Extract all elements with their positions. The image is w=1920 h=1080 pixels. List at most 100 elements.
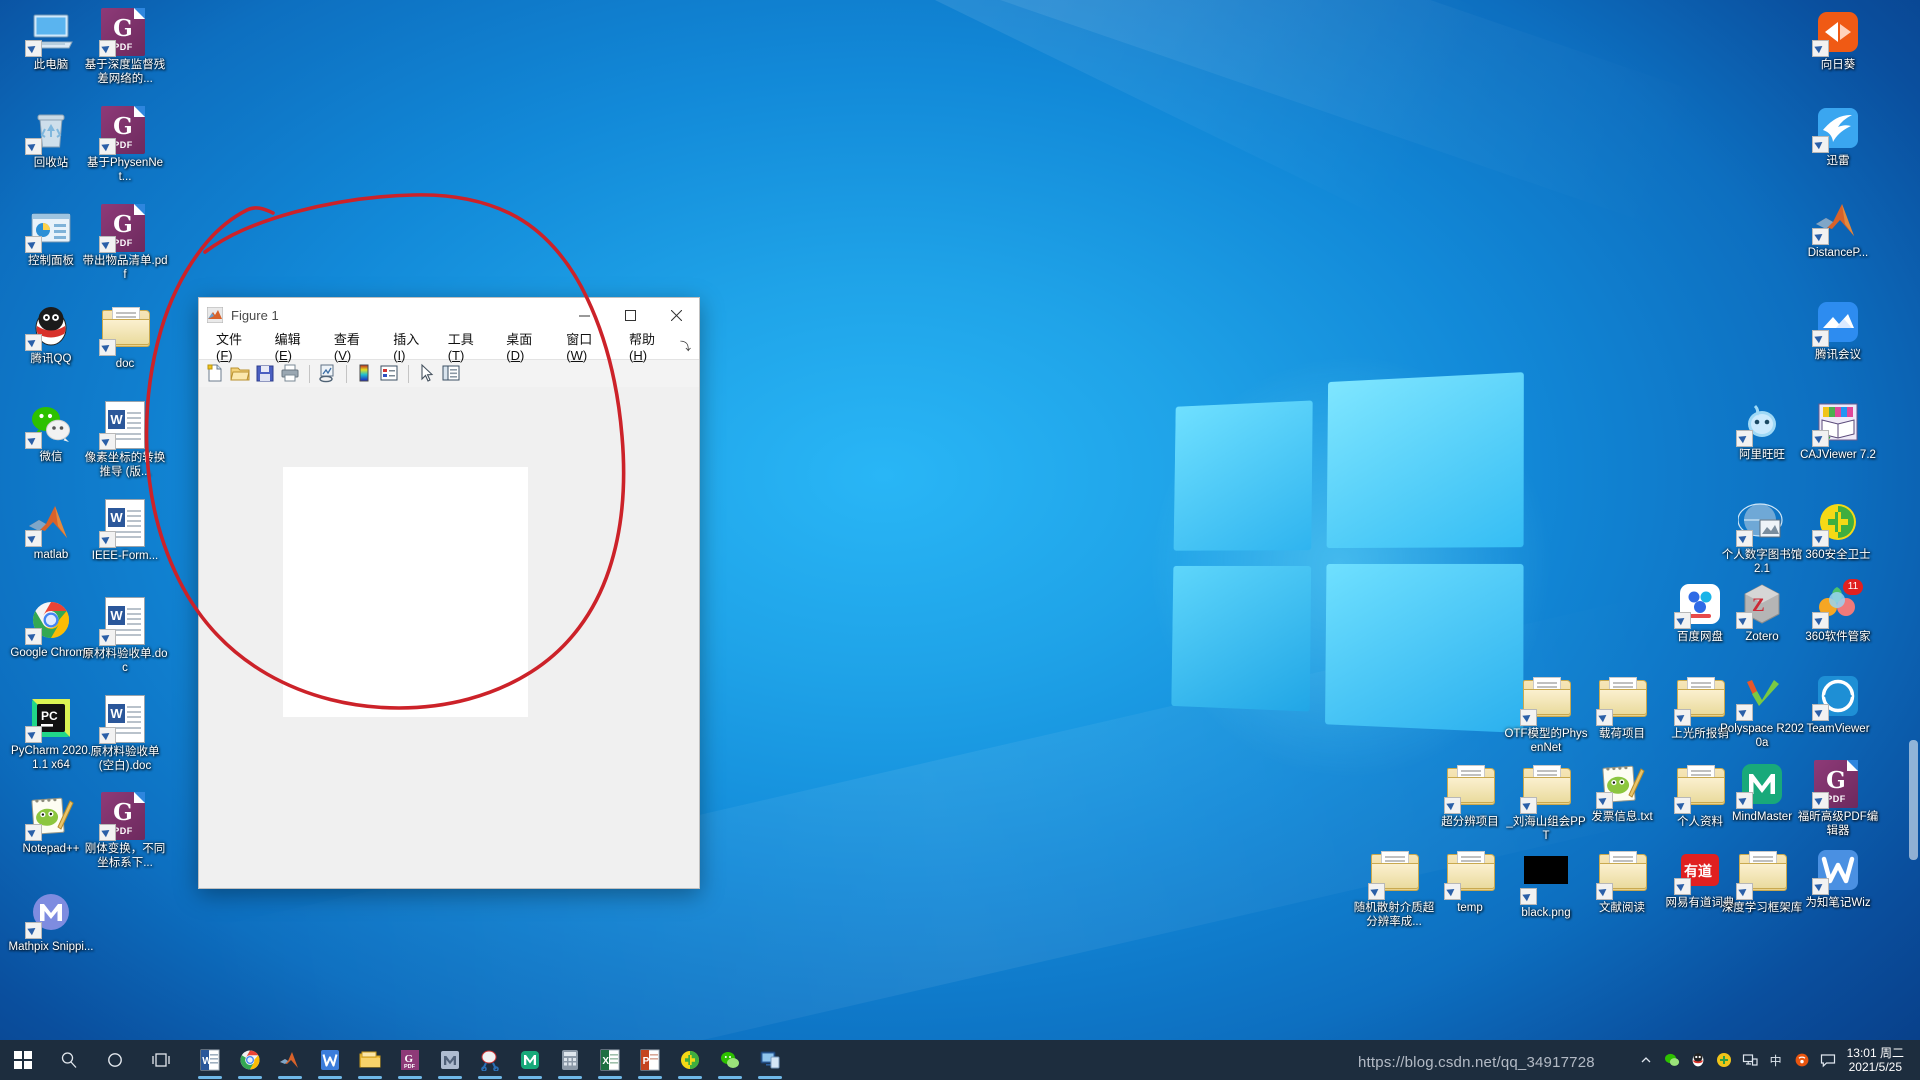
desktop-icon-阿里旺旺[interactable]: 阿里旺旺 <box>1719 398 1805 463</box>
powerpoint-taskbar-icon[interactable]: P <box>630 1040 670 1080</box>
shortcut-arrow-overlay-icon <box>1520 709 1537 726</box>
calculator-taskbar-icon[interactable] <box>550 1040 590 1080</box>
desktop-icon-深度学习框架库[interactable]: 深度学习框架库 <box>1719 846 1805 916</box>
shortcut-arrow-overlay-icon <box>1444 797 1461 814</box>
desktop-icon-随机散射介质超分辨率成-[interactable]: 随机散射介质超分辨率成... <box>1351 846 1437 929</box>
desktop-icon-ieee-form-[interactable]: W IEEE-Form... <box>82 498 168 564</box>
desktop-icon-载荷项目[interactable]: 载荷项目 <box>1579 672 1665 742</box>
desktop-scrollbar[interactable] <box>1909 740 1918 860</box>
menu-desktop[interactable]: 桌面(D) <box>497 327 557 365</box>
matlab-taskbar-icon[interactable] <box>270 1040 310 1080</box>
chrome-taskbar-icon[interactable] <box>230 1040 270 1080</box>
wechat-tray-icon[interactable] <box>1659 1040 1685 1080</box>
open-file-icon[interactable] <box>230 363 252 385</box>
folder-icon <box>1596 851 1647 900</box>
desktop-icon-为知笔记wiz[interactable]: 为知笔记Wiz <box>1795 846 1881 911</box>
desktop-icon-原材料验收单-空白-doc[interactable]: W 原材料验收单 (空白).doc <box>82 694 168 773</box>
word-taskbar-icon[interactable]: W <box>190 1040 230 1080</box>
windows-start-icon[interactable] <box>0 1040 46 1080</box>
wechat-taskbar-icon[interactable] <box>710 1040 750 1080</box>
menu-tools[interactable]: 工具(T) <box>439 327 498 365</box>
foxit-pdf-icon: G PDF <box>1812 760 1862 809</box>
desktop-icon-刚体变换-不同坐标系下-[interactable]: G PDF 刚体变换，不同坐标系下... <box>82 792 168 870</box>
qq-tray-icon[interactable] <box>1685 1040 1711 1080</box>
desktop-icon-label: 像素坐标的转换推导 (版... <box>84 452 166 478</box>
desktop-icon-360安全卫士[interactable]: 360安全卫士 <box>1795 498 1881 563</box>
new-figure-icon[interactable] <box>205 363 227 385</box>
desktop-icon-teamviewer[interactable]: TeamViewer <box>1795 672 1881 737</box>
desktop-icon-cajviewer-7-2[interactable]: CAJViewer 7.2 <box>1795 398 1881 463</box>
task-view-icon[interactable] <box>138 1040 184 1080</box>
taskbar-clock[interactable]: 13:01 周二 2021/5/25 <box>1841 1046 1914 1074</box>
desktop-icon-发票信息-txt[interactable]: 发票信息.txt <box>1579 760 1665 825</box>
desktop-icon-向日葵[interactable]: 向日葵 <box>1795 8 1881 73</box>
notepad-plus-icon <box>1596 760 1646 809</box>
desktop-icon-迅雷[interactable]: 迅雷 <box>1795 104 1881 169</box>
desktop-icon-label: 带出物品清单.pdf <box>82 255 168 281</box>
figure-axes-white-area[interactable] <box>283 467 528 717</box>
desktop-icon-腾讯会议[interactable]: 腾讯会议 <box>1795 298 1881 363</box>
desktop-icon-black-png[interactable]: black.png <box>1503 846 1589 921</box>
desktop-icon-otf模型的physennet[interactable]: OTF模型的PhysenNet <box>1503 672 1589 755</box>
foxit-pdf-taskbar-icon[interactable]: G PDF <box>390 1040 430 1080</box>
mindmaster-taskbar-icon[interactable] <box>510 1040 550 1080</box>
save-figure-icon[interactable] <box>255 363 277 385</box>
menu-view[interactable]: 查看(V) <box>325 327 384 365</box>
desktop-icon-个人数字图书馆2-1[interactable]: 个人数字图书馆2.1 <box>1719 498 1805 576</box>
legend-icon[interactable] <box>379 363 401 385</box>
wps-writer-taskbar-icon[interactable] <box>310 1040 350 1080</box>
matlab-figure-window[interactable]: Figure 1 文件(F) 编辑(E) 查看(V) 插入(I) 工具(T) 桌面(D) 窗… <box>198 297 700 889</box>
desktop-icon-label: 超分辨项目 <box>1441 816 1499 828</box>
menu-help[interactable]: 帮助(H) <box>620 327 680 365</box>
windows-taskbar[interactable]: W G PDF X P 中 13:01 周二 2021/5/25 <box>0 1040 1920 1080</box>
action-center-icon[interactable] <box>1815 1040 1841 1080</box>
desktop-icon-像素坐标的转换推导-版-[interactable]: W 像素坐标的转换推导 (版... <box>82 400 168 479</box>
desktop-icon-temp[interactable]: temp <box>1427 846 1513 916</box>
desktop-icon-distancep-[interactable]: DistanceP... <box>1795 196 1881 261</box>
file-explorer-taskbar-icon[interactable] <box>350 1040 390 1080</box>
desktop-icon-基于深度监督残差网络的-[interactable]: G PDF 基于深度监督残差网络的... <box>82 8 168 86</box>
link-plot-icon[interactable] <box>317 363 339 385</box>
desktop-icon-文献阅读[interactable]: 文献阅读 <box>1579 846 1665 916</box>
desktop-icon-福昕高级pdf编辑器[interactable]: G PDF 福昕高级PDF编辑器 <box>1795 760 1881 838</box>
menu-overflow-chevron-icon[interactable]: ⤵ <box>680 338 691 354</box>
desktop-icon-带出物品清单-pdf[interactable]: G PDF 带出物品清单.pdf <box>82 204 168 282</box>
remote-desktop-taskbar-icon[interactable] <box>750 1040 790 1080</box>
desktop-icon-360软件管家[interactable]: 11 360软件管家 <box>1795 579 1881 645</box>
cortana-circle-icon[interactable] <box>92 1040 138 1080</box>
menu-window[interactable]: 窗口(W) <box>557 327 620 365</box>
figure-menu-bar[interactable]: 文件(F) 编辑(E) 查看(V) 插入(I) 工具(T) 桌面(D) 窗口(W) 帮助(H)… <box>199 332 699 363</box>
shortcut-arrow-overlay-icon <box>25 40 42 57</box>
desktop-icon-polyspace-r2020a[interactable]: Polyspace R2020a <box>1719 672 1805 750</box>
system-tray[interactable]: 中 13:01 周二 2021/5/25 <box>1633 1040 1920 1080</box>
snip-taskbar-icon[interactable] <box>470 1040 510 1080</box>
desktop-icon-基于physennet-[interactable]: G PDF 基于PhysenNet... <box>82 106 168 184</box>
desktop-icon-mindmaster[interactable]: MindMaster <box>1719 760 1805 825</box>
edit-plot-arrow-icon[interactable] <box>416 363 438 385</box>
360-safe-taskbar-icon[interactable] <box>670 1040 710 1080</box>
property-inspector-icon[interactable] <box>441 363 463 385</box>
desktop-icon-zotero[interactable]: Z Zotero <box>1719 580 1805 645</box>
search-icon[interactable] <box>46 1040 92 1080</box>
menu-insert[interactable]: 插入(I) <box>384 327 438 365</box>
shortcut-arrow-overlay-icon <box>1520 797 1537 814</box>
sogou-ime-tray-icon[interactable] <box>1789 1040 1815 1080</box>
print-figure-icon[interactable] <box>280 363 302 385</box>
desktop-icon-mathpix-snippi-[interactable]: Mathpix Snippi... <box>8 890 94 955</box>
folder-icon <box>1520 765 1571 814</box>
menu-file[interactable]: 文件(F) <box>207 327 266 365</box>
excel-taskbar-icon[interactable]: X <box>590 1040 630 1080</box>
desktop-icon-doc[interactable]: doc <box>82 302 168 372</box>
360-tray-icon[interactable] <box>1711 1040 1737 1080</box>
colorbar-icon[interactable] <box>354 363 376 385</box>
desktop-icon--刘海山组会ppt[interactable]: _刘海山组会PPT <box>1503 760 1589 843</box>
ime-tray-icon[interactable]: 中 <box>1763 1040 1789 1080</box>
desktop-icon-超分辨项目[interactable]: 超分辨项目 <box>1427 760 1513 830</box>
desktop-icon-原材料验收单-doc[interactable]: W 原材料验收单.doc <box>82 596 168 675</box>
menu-edit[interactable]: 编辑(E) <box>266 327 325 365</box>
mathpix-taskbar-icon[interactable] <box>430 1040 470 1080</box>
network-tray-icon[interactable] <box>1737 1040 1763 1080</box>
figure-canvas[interactable] <box>199 387 699 888</box>
desktop-icon-label: DistanceP... <box>1807 247 1869 259</box>
show-hidden-icons-chevron[interactable] <box>1633 1040 1659 1080</box>
